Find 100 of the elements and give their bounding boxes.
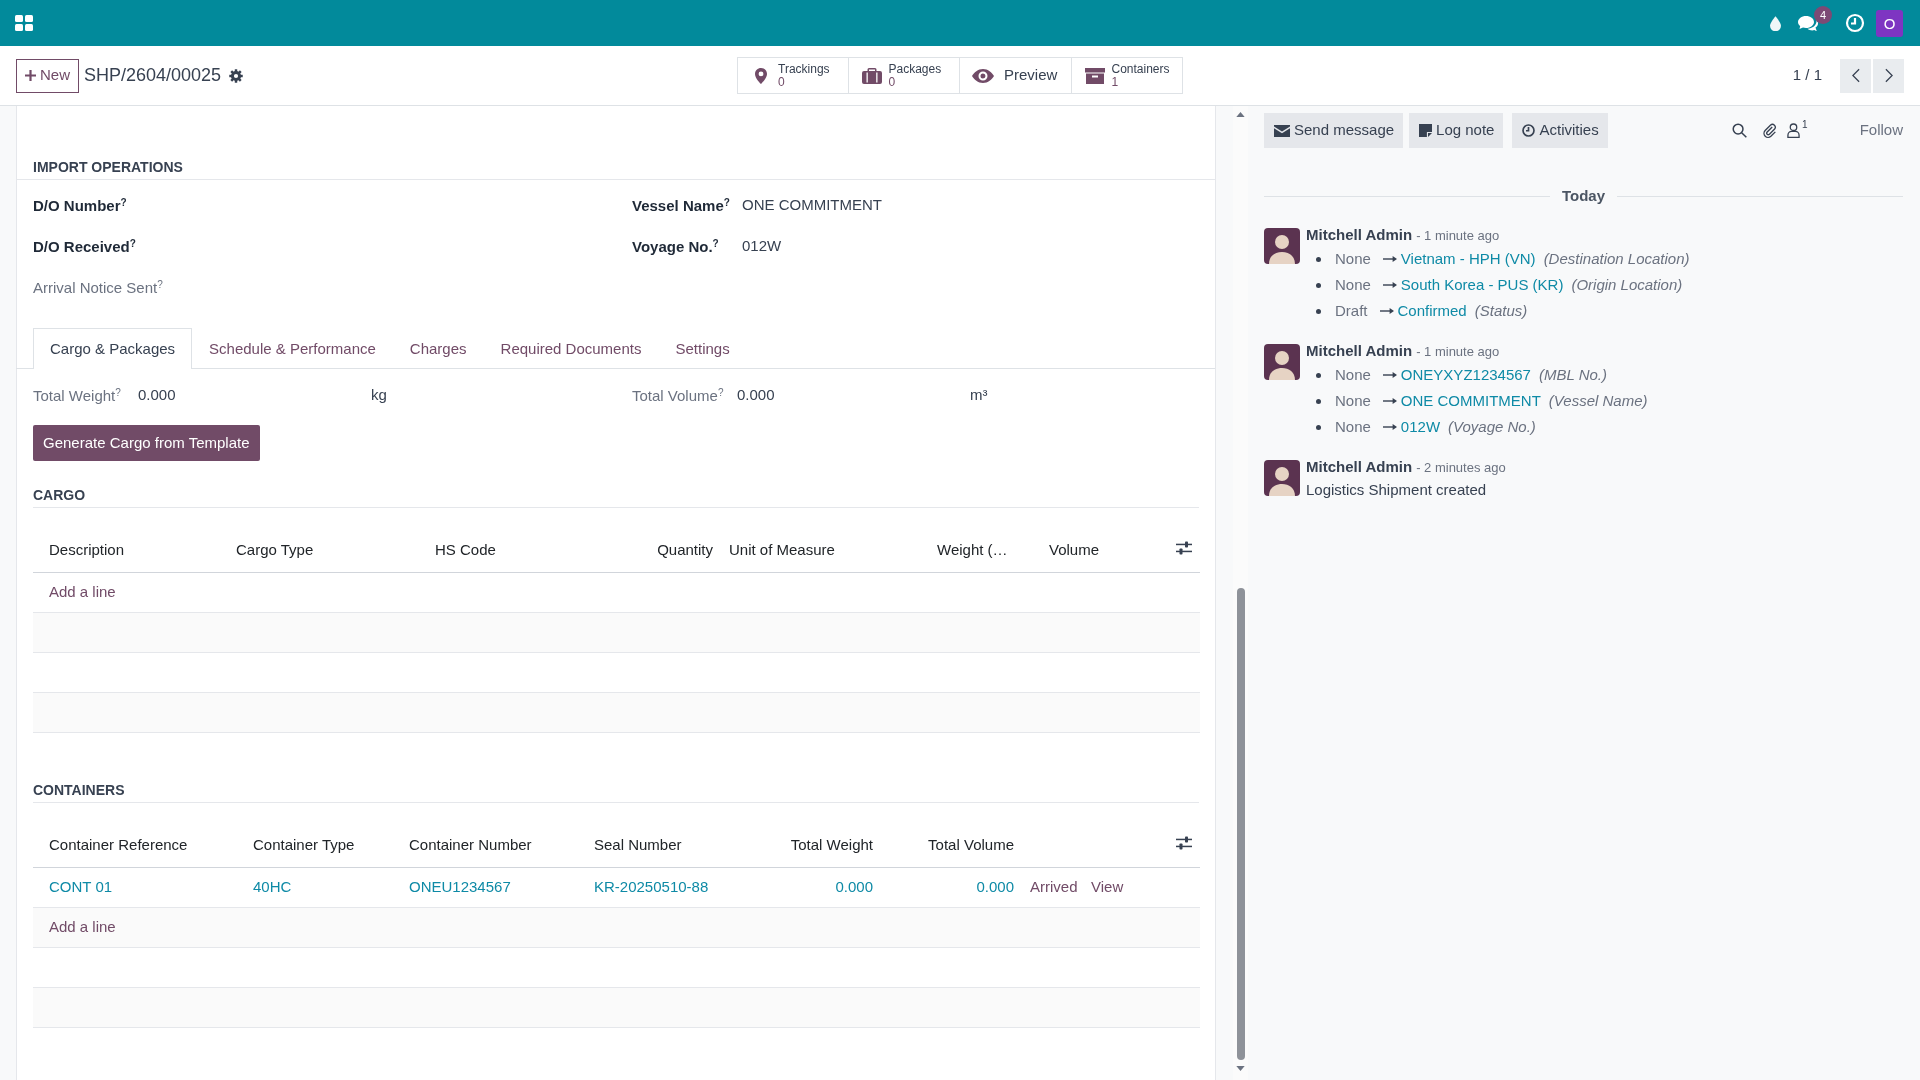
field-label: D/O Received$^{?}$ [33, 236, 137, 257]
stat-button[interactable]: Preview [960, 57, 1072, 94]
new-value: Confirmed [1397, 300, 1467, 321]
scroll-up-icon[interactable] [1236, 112, 1245, 117]
sliders-icon[interactable] [1176, 540, 1192, 555]
column-header[interactable]: Seal Number [586, 823, 760, 868]
message-body: Logistics Shipment created [1306, 480, 1488, 500]
scrollbar-thumb[interactable] [1236, 588, 1245, 1060]
paperclip-icon[interactable] [1762, 122, 1779, 139]
message-time: - 2 minutes ago [1416, 459, 1506, 477]
chat-icon[interactable] [1798, 15, 1818, 31]
stat-button[interactable]: Containers 1 [1071, 57, 1183, 94]
bullet-icon [1316, 282, 1321, 288]
next-button[interactable] [1873, 58, 1904, 93]
stat-button[interactable]: Trackings 0 [737, 57, 849, 94]
avatar-icon [1264, 344, 1300, 380]
old-value: None [1335, 274, 1371, 295]
field-name: (Status) [1474, 300, 1528, 321]
column-header[interactable]: Weight (… [929, 528, 1041, 572]
author-name: Mitchell Admin [1306, 457, 1413, 477]
new-button[interactable]: New [16, 58, 79, 93]
new-value: Vietnam - HPH (VN) [1400, 248, 1536, 269]
column-header[interactable]: Quantity [633, 528, 721, 572]
bullet-icon [1316, 424, 1321, 430]
table-cell: 0.000 [881, 867, 1022, 908]
follow-link[interactable]: Follow [1859, 119, 1903, 142]
arrow-right-icon [1379, 307, 1394, 315]
tab[interactable]: Required Documents [483, 328, 659, 369]
field-value: 0.000 [737, 386, 775, 404]
message-time: - 1 minute ago [1416, 343, 1500, 361]
view-link[interactable]: View [1083, 867, 1160, 908]
add-line-link[interactable]: Add a line [49, 582, 116, 600]
table-cell: KR-20250510-88 [586, 867, 760, 908]
field-value: 012W [742, 236, 782, 257]
arrow-right-icon [1382, 397, 1397, 405]
table-cell: 0.000 [760, 867, 881, 908]
field-label: Total Volume$^{?}$ [632, 385, 725, 406]
status-link[interactable]: Arrived [1022, 867, 1083, 908]
clock-icon[interactable] [1845, 13, 1865, 33]
sliders-icon[interactable] [1176, 836, 1192, 850]
drop-icon[interactable] [1770, 15, 1781, 31]
chevron-left-icon [1851, 68, 1860, 83]
column-header[interactable]: Container Reference [33, 823, 245, 868]
field-name: (Destination Location) [1543, 248, 1690, 269]
gear-icon[interactable] [229, 68, 244, 83]
old-value: None [1335, 248, 1371, 269]
column-header[interactable]: Container Type [245, 823, 401, 868]
notification-count: 4 [1814, 6, 1832, 24]
field-name: (Voyage No.) [1448, 416, 1536, 437]
briefcase-icon [861, 67, 882, 84]
generate-button[interactable]: Generate Cargo from Template [33, 425, 260, 461]
table-cell: 40HC [245, 867, 401, 908]
field-label: Voyage No.$^{?}$ [632, 236, 720, 257]
tab[interactable]: Charges [392, 328, 484, 369]
search-icon[interactable] [1732, 123, 1748, 138]
tab[interactable]: Schedule & Performance [192, 328, 393, 369]
follower-count: 1 [1802, 118, 1808, 132]
column-header[interactable]: Total Volume [881, 823, 1022, 868]
apps-menu-icon[interactable] [15, 15, 33, 31]
field-value: ONE COMMITMENT [742, 195, 882, 216]
scroll-down-icon[interactable] [1236, 1066, 1245, 1071]
section-heading: CARGO [33, 487, 86, 503]
column-header[interactable]: Volume [1041, 528, 1160, 572]
clock-icon [1522, 124, 1536, 137]
chatter-button[interactable]: Log note [1409, 113, 1504, 148]
unit-label: m³ [970, 385, 988, 406]
avatar-icon [1264, 460, 1300, 496]
map-pin-icon [755, 67, 767, 84]
column-header[interactable]: HS Code [427, 528, 633, 572]
pager-counter[interactable]: 1 / 1 [1792, 64, 1822, 87]
column-header[interactable]: Total Weight [760, 823, 881, 868]
chatter-button[interactable]: Activities [1512, 113, 1608, 148]
add-line-link[interactable]: Add a line [49, 918, 116, 936]
new-value: ONE COMMITMENT [1400, 390, 1541, 411]
field-value: 0.000 [138, 386, 176, 404]
section-heading: IMPORT OPERATIONS [33, 159, 183, 175]
field-name: (Origin Location) [1571, 274, 1683, 295]
column-header[interactable]: Unit of Measure [721, 528, 929, 572]
tab[interactable]: Settings [658, 328, 747, 369]
archive-box-icon [1084, 67, 1105, 84]
plus-icon [25, 70, 36, 81]
column-header[interactable]: Cargo Type [228, 528, 427, 572]
chatter-button[interactable]: Send message [1264, 113, 1404, 148]
column-header[interactable]: Description [33, 528, 228, 572]
avatar-icon [1264, 228, 1300, 264]
table-cell: ONEU1234567 [401, 867, 586, 908]
new-value: South Korea - PUS (KR) [1400, 274, 1564, 295]
tab[interactable]: Cargo & Packages [33, 328, 193, 369]
field-label: Total Weight$^{?}$ [33, 385, 122, 406]
arrow-right-icon [1382, 281, 1397, 289]
old-value: Draft [1335, 300, 1368, 321]
user-avatar[interactable]: O [1876, 9, 1903, 37]
record-title: SHP/2604/00025 [84, 64, 222, 87]
person-icon[interactable] [1787, 123, 1801, 138]
column-header[interactable]: Container Number [401, 823, 586, 868]
previous-button[interactable] [1840, 58, 1871, 93]
field-name: (MBL No.) [1538, 364, 1607, 385]
author-name: Mitchell Admin [1306, 341, 1413, 361]
stat-button[interactable]: Packages 0 [848, 57, 960, 94]
section-heading: CONTAINERS [33, 781, 125, 798]
